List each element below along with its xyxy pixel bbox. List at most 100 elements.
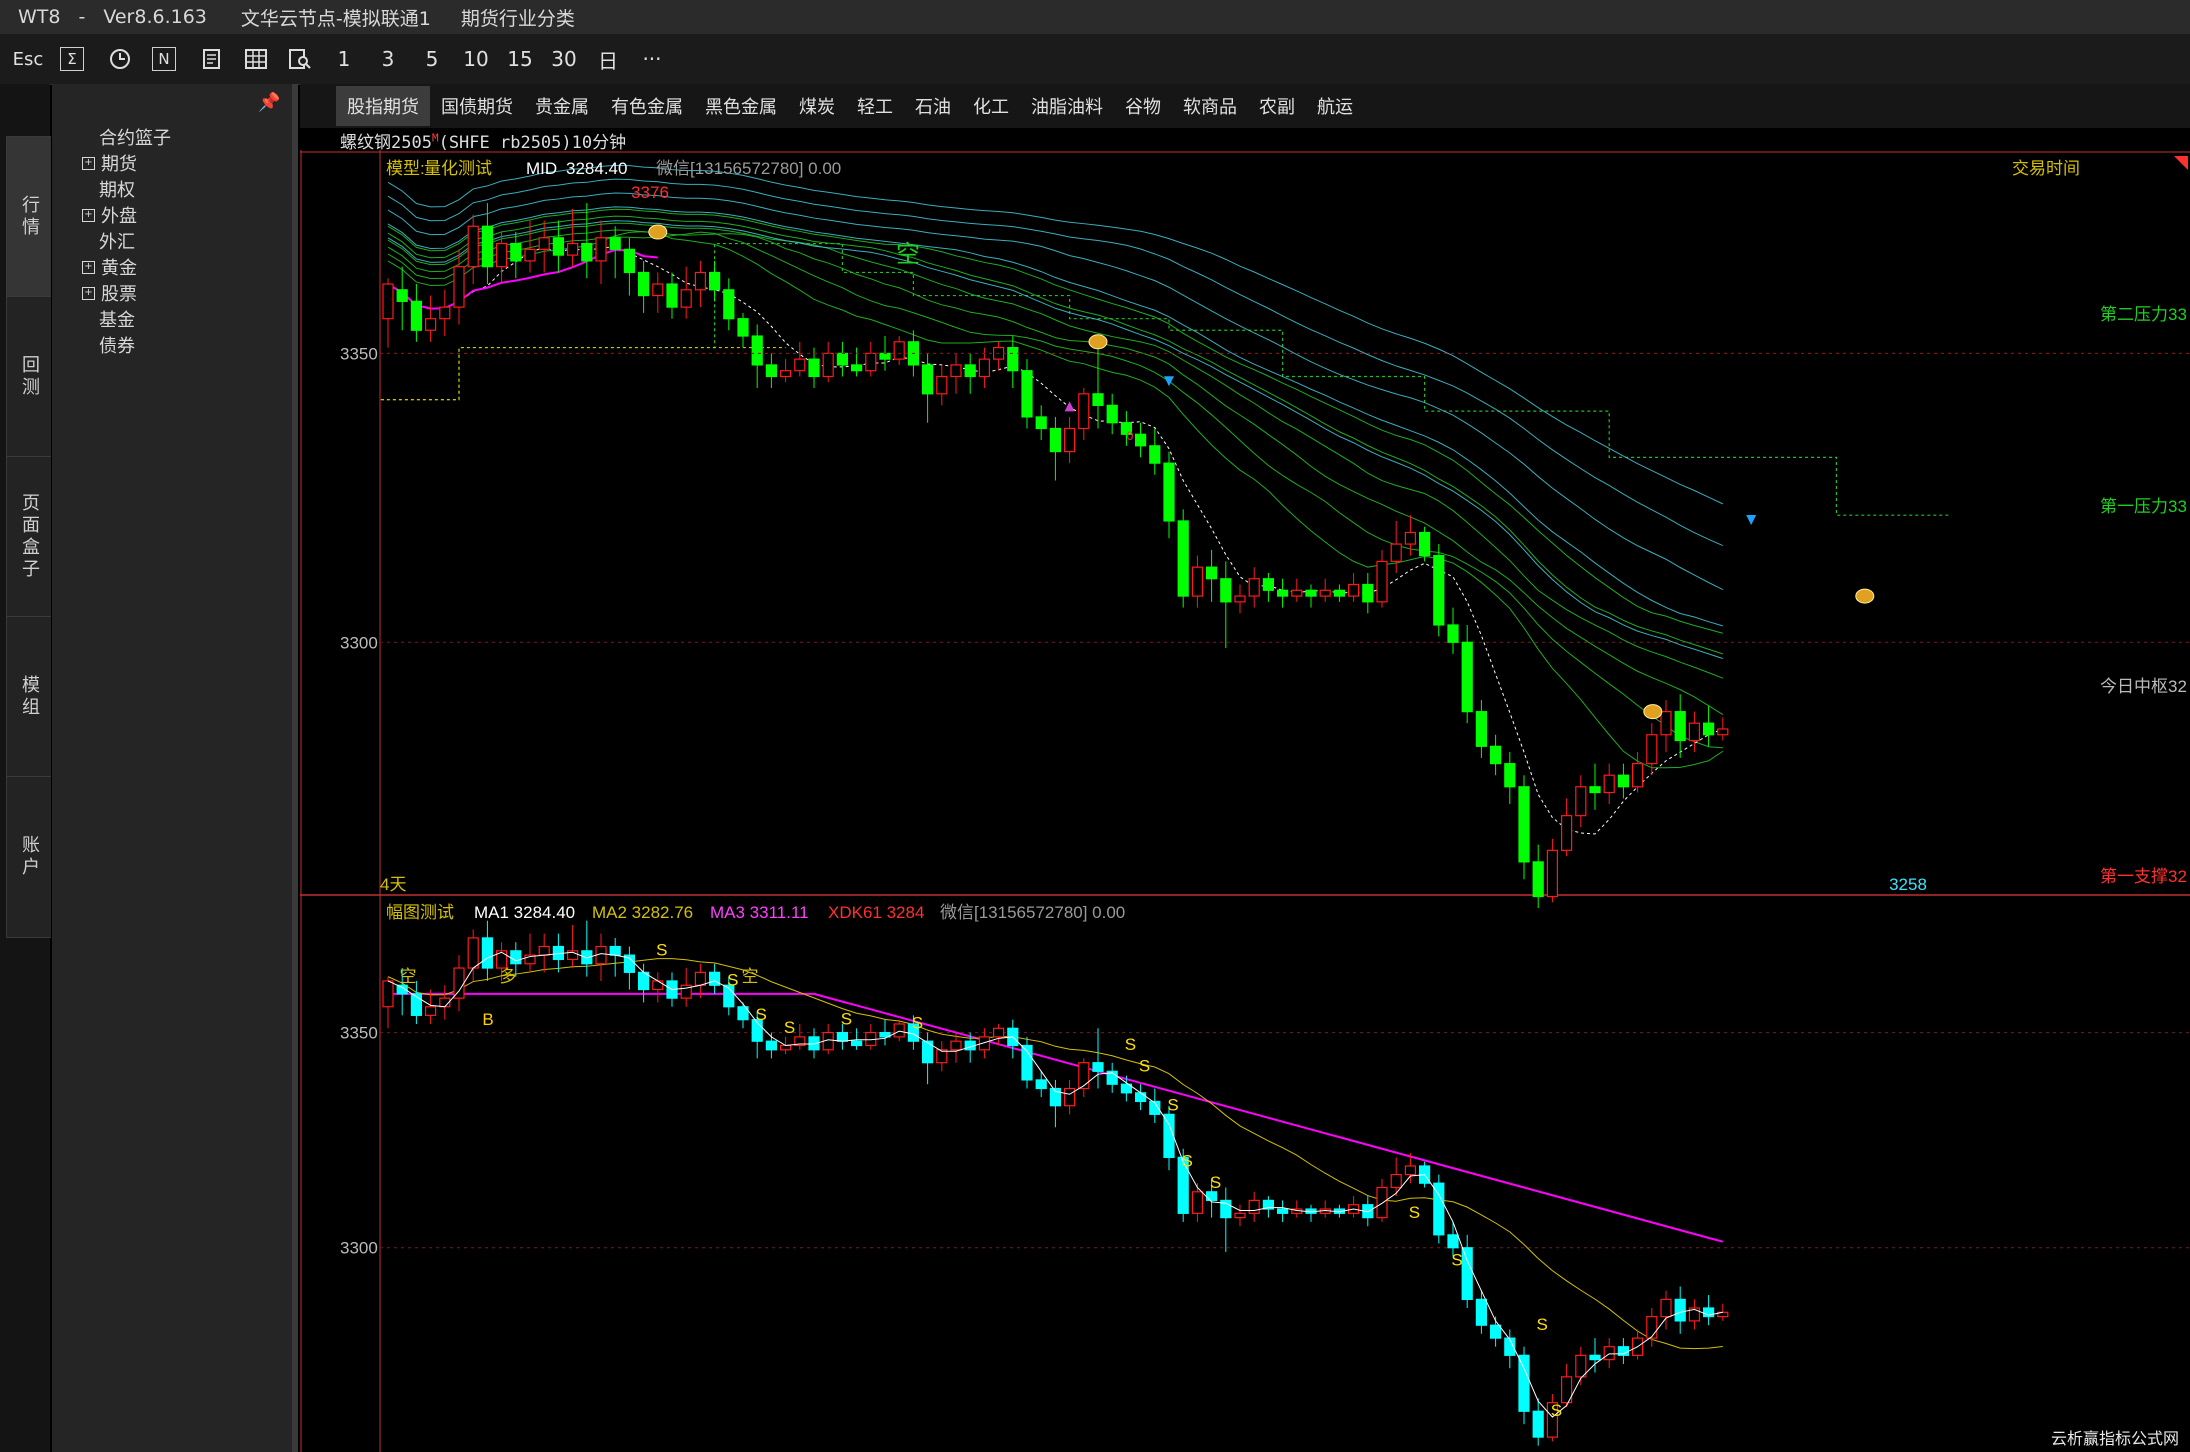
tree-item-futures[interactable]: + 期货 <box>82 150 137 176</box>
expand-icon[interactable]: + <box>82 208 95 222</box>
bottom-candle-body <box>1674 1298 1686 1322</box>
server-name: 文华云节点-模拟联通1 <box>240 7 431 30</box>
top-candle-body <box>709 271 721 291</box>
table-icon[interactable] <box>236 39 276 79</box>
tab-chemicals[interactable]: 化工 <box>962 86 1020 126</box>
tab-light-industry[interactable]: 轻工 <box>846 86 904 126</box>
bottom-candle-body <box>694 971 706 986</box>
top-legend-mid-label: MID <box>526 159 557 178</box>
sell-signal-label: S <box>1125 1035 1136 1054</box>
period-5min-button[interactable]: 5 <box>412 39 452 79</box>
tab-account[interactable]: 账户 <box>6 776 51 938</box>
top-legend-mid-value: 3284.40 <box>566 159 627 178</box>
bottom-candle-body <box>1575 1354 1587 1378</box>
top-candle-body <box>765 364 777 378</box>
top-candle-body <box>794 358 806 372</box>
top-candle-body <box>1234 595 1246 603</box>
bottom-candle-body <box>1461 1247 1473 1300</box>
top-candle-body <box>936 375 948 395</box>
n-icon[interactable]: N <box>152 47 176 71</box>
tree-item-bonds[interactable]: 债券 <box>82 332 135 358</box>
pin-icon[interactable]: 📌 <box>258 92 280 113</box>
period-3min-button[interactable]: 3 <box>368 39 408 79</box>
document-icon[interactable] <box>192 39 232 79</box>
period-15min-button[interactable]: 15 <box>500 39 540 79</box>
top-candle-body <box>1589 786 1601 794</box>
period-1min-button[interactable]: 1 <box>324 39 364 79</box>
tab-page-box[interactable]: 页面盒子 <box>6 456 51 618</box>
tree-item-options[interactable]: 期权 <box>82 176 135 202</box>
section-name: 期货行业分类 <box>460 7 575 30</box>
tab-stock-index-futures[interactable]: 股指期货 <box>336 86 430 126</box>
top-legend-wechat-contact: 微信[13156572780] 0.00 <box>656 159 841 178</box>
bottom-candle-body <box>1532 1410 1544 1438</box>
tab-module[interactable]: 模组 <box>6 616 51 778</box>
expand-icon[interactable]: + <box>82 286 95 300</box>
tree-item-overseas[interactable]: + 外盘 <box>82 202 137 228</box>
top-candle-body <box>1646 734 1658 765</box>
top-candle-body <box>680 289 692 308</box>
tab-precious-metals[interactable]: 贵金属 <box>524 86 600 126</box>
app-name: WT8 <box>18 6 61 28</box>
tab-nonferrous-metals[interactable]: 有色金属 <box>600 86 694 126</box>
more-icon[interactable]: ··· <box>632 39 672 79</box>
top-candle-body <box>1177 520 1189 597</box>
cyan-ma-band <box>387 206 1723 627</box>
tree-item-forex[interactable]: 外汇 <box>82 228 135 254</box>
clock-icon[interactable] <box>100 39 140 79</box>
expand-icon[interactable]: + <box>82 260 95 274</box>
top-candle-body <box>1333 589 1346 597</box>
esc-button[interactable]: Esc <box>8 39 48 79</box>
top-candle-body <box>1291 589 1303 597</box>
low-price-label: 3258 <box>1889 875 1927 894</box>
support1-label: 第一支撑32 <box>2100 867 2187 886</box>
top-candle-body <box>1347 583 1360 597</box>
buy-signal-label: B <box>482 1010 493 1029</box>
sell-signal-label: S <box>756 1005 767 1024</box>
bottom-candle-body <box>1390 1173 1402 1189</box>
top-candle-body <box>879 352 891 360</box>
tree-item-gold[interactable]: + 黄金 <box>82 254 137 280</box>
top-legend-model-name: 量化测试 <box>424 159 492 178</box>
tab-backtest[interactable]: 回测 <box>6 296 51 458</box>
sell-signal-label: S <box>841 1009 852 1028</box>
top-candle-body <box>1461 641 1473 713</box>
sigma-icon[interactable]: Σ <box>60 47 84 71</box>
kline-chart[interactable]: 3350 3300 3350 3300 模型: 量化测试 MID 3284.40 微信[1315… <box>300 150 2190 1452</box>
sell-signal-label: S <box>1210 1173 1221 1192</box>
short-signal-label: 空 <box>896 241 920 268</box>
tab-ferrous-metals[interactable]: 黑色金属 <box>694 86 788 126</box>
period-day-button[interactable]: 日 <box>588 39 628 79</box>
tab-oils-oilseeds[interactable]: 油脂油料 <box>1020 86 1114 126</box>
tab-petroleum[interactable]: 石油 <box>904 86 962 126</box>
top-y-tick-label: 3300 <box>340 633 378 652</box>
search-doc-icon[interactable] <box>280 39 320 79</box>
tab-soft-commodities[interactable]: 软商品 <box>1172 86 1248 126</box>
top-candle-body <box>737 318 749 337</box>
top-candle-body <box>453 266 465 308</box>
expand-icon[interactable]: + <box>82 156 95 170</box>
top-candle-body <box>1546 849 1559 898</box>
top-candle-body <box>1532 861 1544 898</box>
tab-treasury-futures[interactable]: 国债期货 <box>430 86 524 126</box>
tab-market[interactable]: 行情 <box>6 136 51 298</box>
tab-shipping[interactable]: 航运 <box>1306 86 1364 126</box>
signal-arrow-icon <box>1064 401 1075 412</box>
top-candle-body <box>1418 531 1431 557</box>
tab-coal[interactable]: 煤炭 <box>788 86 846 126</box>
bottom-candle-body <box>1489 1324 1502 1339</box>
period-30min-button[interactable]: 30 <box>544 39 584 79</box>
top-y-tick-label: 3350 <box>340 344 378 363</box>
tree-item-stocks[interactable]: + 股票 <box>82 280 137 306</box>
bottom-candle-body <box>1234 1212 1246 1219</box>
splitter[interactable] <box>292 84 298 1452</box>
tab-agri-byproducts[interactable]: 农副 <box>1248 86 1306 126</box>
tree-item-basket[interactable]: 合约篮子 <box>82 124 171 150</box>
duo-signal-label: 多 <box>500 967 517 986</box>
bottom-candle-body <box>1603 1346 1615 1361</box>
bottom-y-tick-label: 3300 <box>340 1239 378 1258</box>
tree-item-funds[interactable]: 基金 <box>82 306 135 332</box>
period-10min-button[interactable]: 10 <box>456 39 496 79</box>
tab-grains[interactable]: 谷物 <box>1114 86 1172 126</box>
top-candle-body <box>1134 433 1147 447</box>
